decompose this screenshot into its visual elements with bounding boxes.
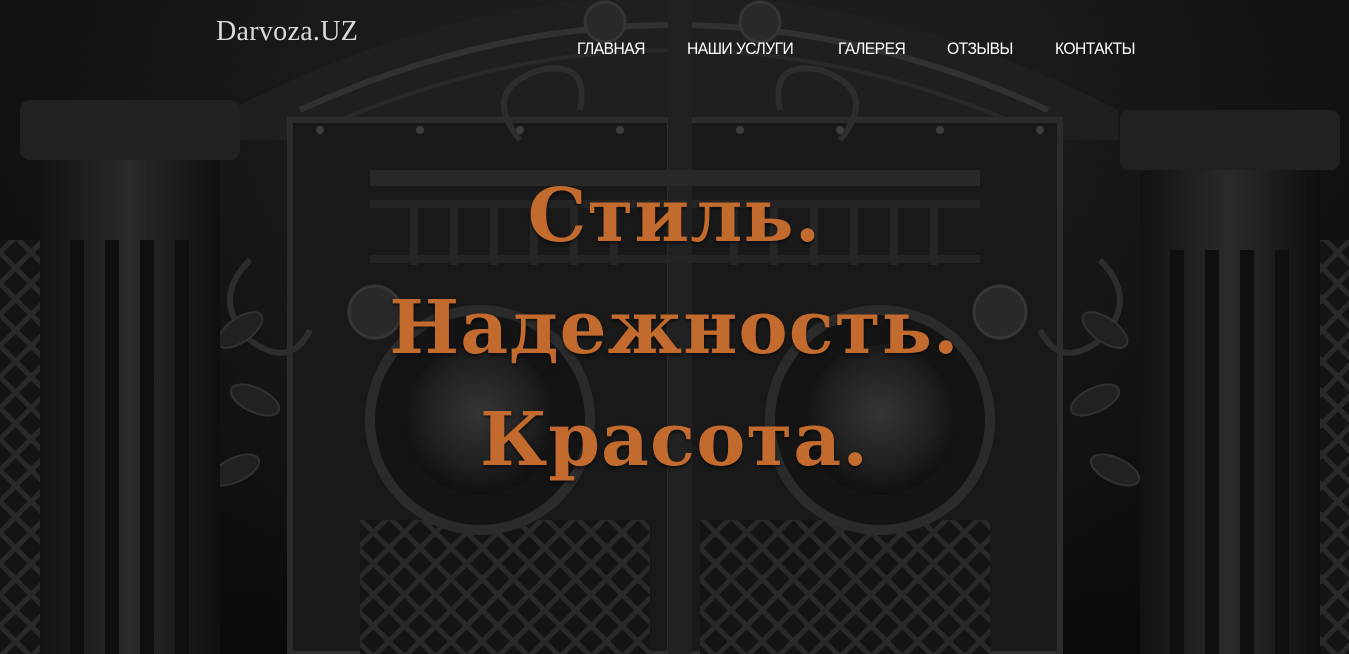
hero-headline-line-3: Красота.	[480, 397, 869, 483]
nav-item-contacts[interactable]: КОНТАКТЫ	[1055, 36, 1136, 62]
nav-item-services[interactable]: НАШИ УСЛУГИ	[687, 36, 794, 62]
hero-headline-line-1: Стиль.	[527, 173, 822, 259]
nav-item-reviews[interactable]: ОТЗЫВЫ	[947, 36, 1013, 62]
main-nav: ГЛАВНАЯ НАШИ УСЛУГИ ГАЛЕРЕЯ ОТЗЫВЫ КОНТА…	[577, 36, 1142, 62]
hero-headline: Стиль. Надежность. Красота.	[0, 160, 1349, 496]
hero-headline-line-2: Надежность.	[389, 285, 960, 371]
nav-item-gallery[interactable]: ГАЛЕРЕЯ	[838, 36, 906, 62]
site-logo[interactable]: Darvoza.UZ	[216, 14, 358, 50]
hero-section: Darvoza.UZ ГЛАВНАЯ НАШИ УСЛУГИ ГАЛЕРЕЯ О…	[0, 0, 1349, 654]
nav-item-home[interactable]: ГЛАВНАЯ	[577, 36, 645, 62]
